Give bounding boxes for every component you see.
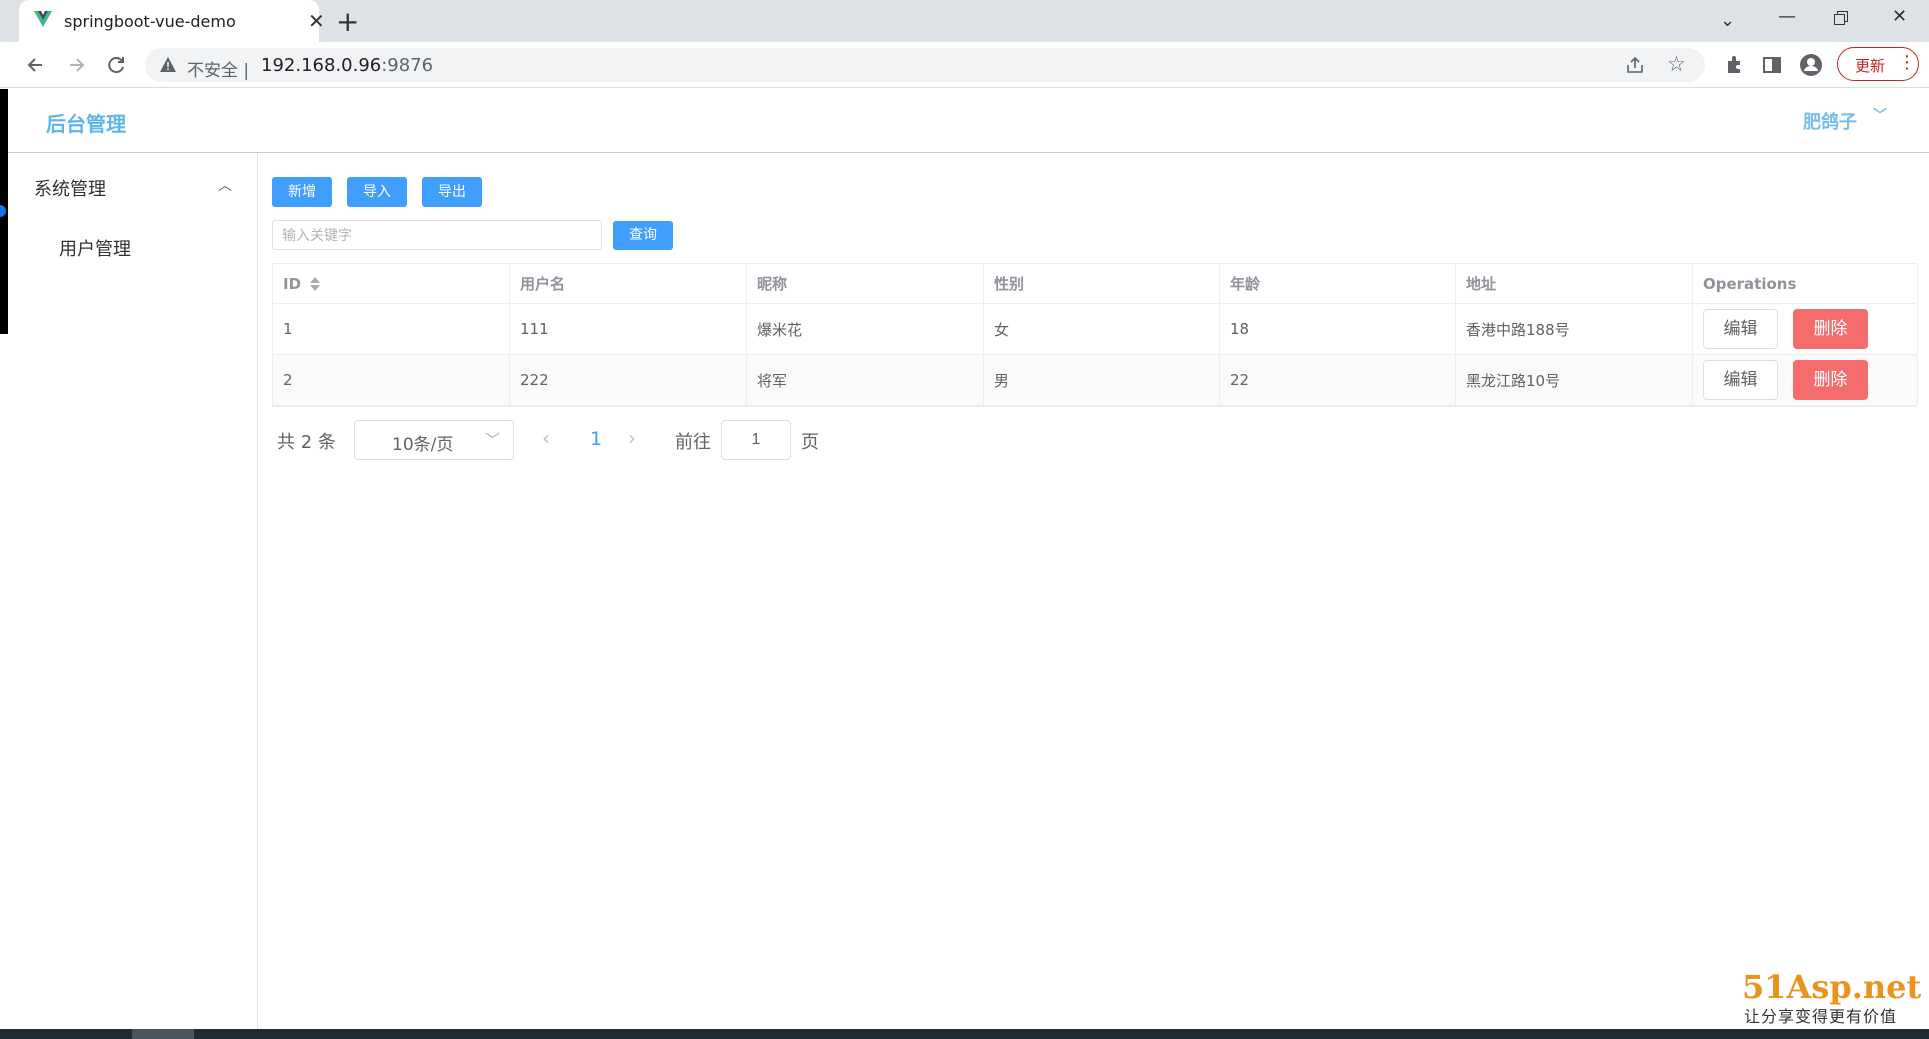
window-close-icon[interactable]: ✕ bbox=[1892, 6, 1907, 27]
browser-tab-bar: springboot-vue-demo ✕ + ⌄ — ✕ bbox=[0, 0, 1929, 42]
page-suffix-label: 页 bbox=[801, 432, 819, 453]
column-header-nickname: 昵称 bbox=[747, 264, 984, 303]
prev-page-icon[interactable]: ‹ bbox=[542, 426, 550, 450]
watermark-logo: 51Asp.net bbox=[1742, 968, 1922, 1006]
tab-search-icon[interactable]: ⌄ bbox=[1720, 10, 1735, 31]
side-panel-icon[interactable] bbox=[1758, 51, 1786, 79]
cell-gender: 男 bbox=[984, 355, 1220, 405]
browser-update-button[interactable]: 更新 ⋮ bbox=[1837, 47, 1919, 81]
url-port: :9876 bbox=[381, 55, 434, 76]
taskbar-item[interactable] bbox=[132, 1029, 194, 1039]
sidebar-item-user-management[interactable]: 用户管理 bbox=[8, 215, 258, 277]
chevron-up-icon: ︿ bbox=[218, 178, 232, 194]
update-label: 更新 bbox=[1855, 57, 1886, 75]
minimize-icon[interactable]: — bbox=[1778, 6, 1796, 27]
cell-age: 22 bbox=[1220, 355, 1456, 405]
restore-icon[interactable] bbox=[1834, 11, 1848, 25]
column-header-operations: Operations bbox=[1693, 264, 1918, 303]
os-taskbar bbox=[0, 1029, 1929, 1039]
new-tab-icon[interactable]: + bbox=[336, 5, 359, 38]
cell-id: 2 bbox=[273, 355, 510, 405]
brand-title: 后台管理 bbox=[46, 112, 126, 136]
browser-tab[interactable]: springboot-vue-demo ✕ bbox=[19, 0, 325, 42]
search-input[interactable] bbox=[272, 220, 602, 250]
cell-gender: 女 bbox=[984, 304, 1220, 354]
user-name: 肥鸽子 bbox=[1803, 112, 1857, 133]
address-bar[interactable]: 不安全 | 192.168.0.96:9876 ☆ bbox=[145, 48, 1705, 82]
share-icon[interactable] bbox=[1625, 56, 1645, 74]
delete-button[interactable]: 删除 bbox=[1793, 309, 1868, 349]
cell-age: 18 bbox=[1220, 304, 1456, 354]
cell-id: 1 bbox=[273, 304, 510, 354]
sidebar: 系统管理 ︿ 用户管理 bbox=[8, 153, 258, 1029]
column-header-age: 年龄 bbox=[1220, 264, 1456, 303]
cell-operations: 编辑 删除 bbox=[1693, 355, 1918, 405]
delete-button[interactable]: 删除 bbox=[1793, 360, 1868, 400]
edit-button[interactable]: 编辑 bbox=[1703, 360, 1778, 400]
table-row: 1 111 爆米花 女 18 香港中路188号 编辑 删除 bbox=[273, 304, 1918, 355]
cell-nickname: 将军 bbox=[747, 355, 984, 405]
cell-operations: 编辑 删除 bbox=[1693, 304, 1918, 354]
column-header-username: 用户名 bbox=[510, 264, 747, 303]
pagination-total: 共 2 条 bbox=[277, 432, 336, 453]
chevron-down-icon: ﹀ bbox=[1873, 108, 1887, 124]
more-menu-icon[interactable]: ⋮ bbox=[1898, 52, 1916, 73]
chevron-down-icon: ﹀ bbox=[485, 431, 501, 449]
sidebar-group-label: 系统管理 bbox=[34, 179, 106, 200]
search-button[interactable]: 查询 bbox=[613, 221, 673, 250]
user-dropdown[interactable]: 肥鸽子 ﹀ bbox=[1803, 108, 1887, 134]
add-button[interactable]: 新增 bbox=[272, 177, 332, 207]
goto-label: 前往 bbox=[675, 432, 711, 453]
column-header-gender: 性别 bbox=[984, 264, 1220, 303]
table-row: 2 222 将军 男 22 黑龙江路10号 编辑 删除 bbox=[273, 355, 1918, 406]
column-header-address: 地址 bbox=[1456, 264, 1693, 303]
page-size-select[interactable]: 10条/页 ﹀ bbox=[354, 420, 514, 460]
cell-username: 222 bbox=[510, 355, 747, 405]
user-table: ID 用户名 昵称 性别 年龄 地址 Operations 1 111 爆米花 … bbox=[272, 263, 1918, 407]
watermark-tagline: 让分享变得更有价值 bbox=[1744, 1007, 1898, 1026]
url-text: 192.168.0.96:9876 bbox=[261, 55, 433, 76]
import-button[interactable]: 导入 bbox=[347, 177, 407, 207]
column-header-id[interactable]: ID bbox=[273, 264, 510, 303]
sidebar-item-label: 用户管理 bbox=[59, 239, 131, 260]
back-icon[interactable] bbox=[22, 51, 50, 79]
cell-address: 香港中路188号 bbox=[1456, 304, 1693, 354]
page-size-value: 10条/页 bbox=[392, 435, 454, 455]
sort-icon[interactable] bbox=[309, 276, 321, 292]
bookmark-star-icon[interactable]: ☆ bbox=[1667, 52, 1686, 76]
sidebar-group-system[interactable]: 系统管理 ︿ bbox=[8, 153, 258, 215]
app-header: 后台管理 肥鸽子 ﹀ bbox=[0, 89, 1929, 153]
cell-address: 黑龙江路10号 bbox=[1456, 355, 1693, 405]
cell-nickname: 爆米花 bbox=[747, 304, 984, 354]
edit-button[interactable]: 编辑 bbox=[1703, 309, 1778, 349]
cell-username: 111 bbox=[510, 304, 747, 354]
table-header-row: ID 用户名 昵称 性别 年龄 地址 Operations bbox=[273, 264, 1918, 304]
security-label: 不安全 | bbox=[187, 61, 250, 81]
extensions-icon[interactable] bbox=[1720, 51, 1748, 79]
browser-toolbar: 不安全 | 192.168.0.96:9876 ☆ 更新 ⋮ bbox=[0, 42, 1929, 88]
url-host: 192.168.0.96 bbox=[261, 55, 382, 76]
tab-title: springboot-vue-demo bbox=[64, 12, 236, 31]
export-button[interactable]: 导出 bbox=[422, 177, 482, 207]
warning-icon bbox=[160, 57, 176, 72]
tab-close-icon[interactable]: ✕ bbox=[308, 9, 325, 33]
next-page-icon[interactable]: › bbox=[628, 426, 636, 450]
vue-logo-icon bbox=[34, 11, 52, 27]
forward-icon[interactable] bbox=[62, 51, 90, 79]
profile-avatar-icon[interactable] bbox=[1797, 51, 1825, 79]
reload-icon[interactable] bbox=[102, 51, 130, 79]
page-number-current[interactable]: 1 bbox=[590, 428, 602, 450]
page-jump-input[interactable] bbox=[721, 420, 791, 460]
